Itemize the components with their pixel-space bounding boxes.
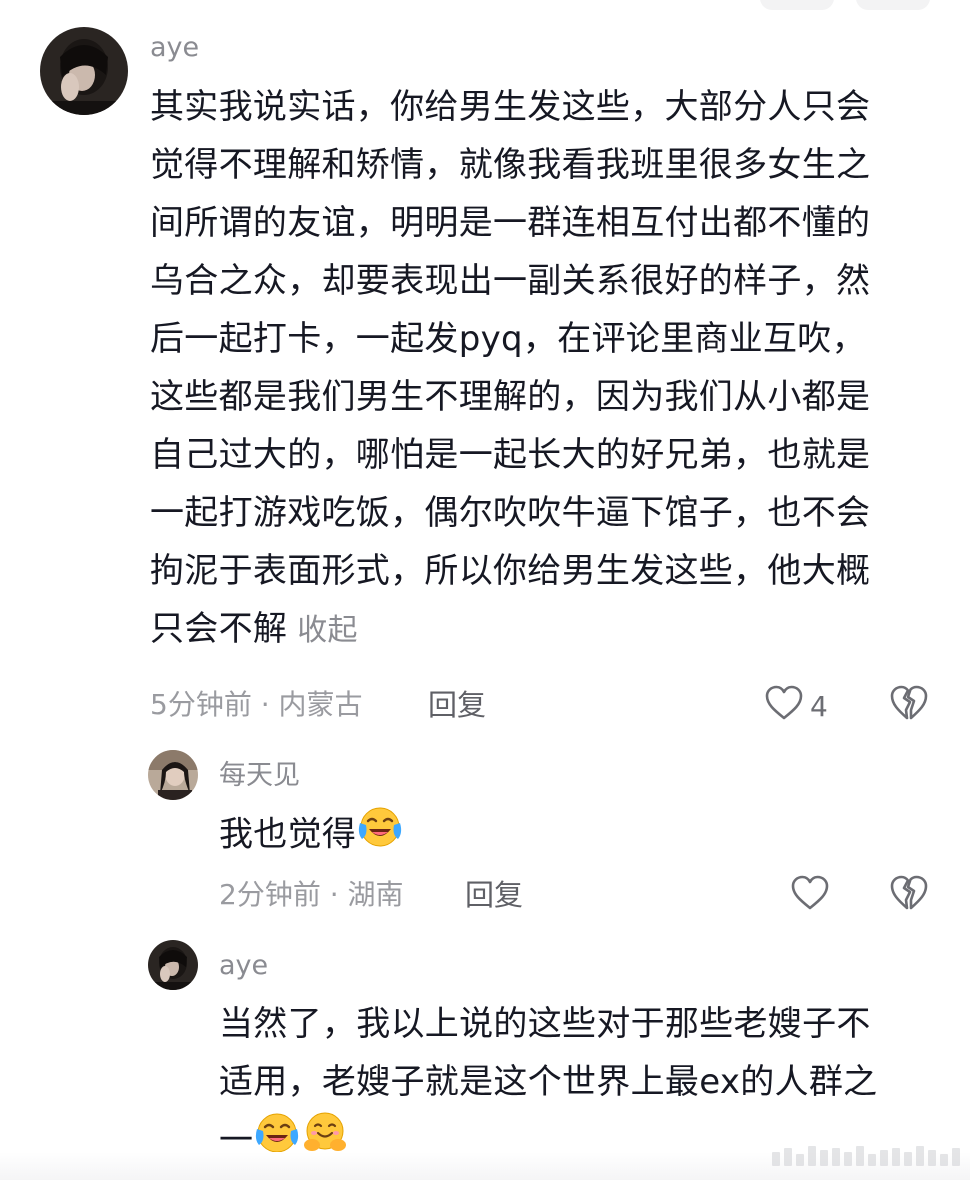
comment-text: 我也觉得 bbox=[219, 805, 404, 867]
comment-meta: 5分钟前 · 内蒙古 bbox=[150, 688, 363, 721]
comment-username[interactable]: aye bbox=[219, 950, 268, 982]
comment-username[interactable]: 每天见 bbox=[219, 760, 300, 792]
comment-username[interactable]: aye bbox=[150, 32, 199, 64]
comment-line: 后一起打卡，一起发pyq，在评论里商业互吹， bbox=[150, 319, 866, 359]
face-with-tears-of-joy-icon bbox=[356, 805, 404, 867]
comment-line-text: 我也觉得 bbox=[219, 814, 357, 855]
like-button[interactable]: 4 bbox=[764, 684, 828, 729]
avatar[interactable] bbox=[40, 27, 128, 115]
dislike-button[interactable] bbox=[889, 874, 929, 916]
comment-line: 自己过大的，哪怕是一起长大的好兄弟，也就是 bbox=[150, 435, 871, 475]
comment-text: 其实我说实话，你给男生发这些，大部分人只会 觉得不理解和矫情，就像我看我班里很多… bbox=[150, 78, 870, 660]
watermark bbox=[772, 1146, 960, 1166]
heart-outline-icon bbox=[790, 874, 830, 919]
comment-meta: 2分钟前 · 湖南 bbox=[219, 878, 404, 911]
comment-line-last: 只会不解 收起 bbox=[150, 600, 870, 660]
reply-button[interactable]: 回复 bbox=[428, 688, 486, 722]
comment-line: 我也觉得 bbox=[219, 805, 404, 867]
comment-line: 适用，老嫂子就是这个世界上最ex的人群之 bbox=[219, 1062, 878, 1102]
comment-line-text: 只会不解 bbox=[150, 609, 288, 649]
heart-outline-icon bbox=[764, 684, 804, 729]
reply-button[interactable]: 回复 bbox=[465, 878, 523, 912]
avatar[interactable] bbox=[148, 940, 198, 990]
broken-heart-icon bbox=[889, 685, 929, 726]
dislike-button[interactable] bbox=[889, 684, 929, 726]
comment-line: 一起打游戏吃饭，偶尔吹吹牛逼下馆子，也不会 bbox=[150, 493, 871, 533]
comment-line: 当然了，我以上说的这些对于那些老嫂子不 bbox=[219, 1004, 871, 1044]
previous-actions-fade bbox=[750, 0, 930, 10]
comment-line: 乌合之众，却要表现出一副关系很好的样子，然 bbox=[150, 261, 871, 301]
comment-line: 其实我说实话，你给男生发这些，大部分人只会 bbox=[150, 87, 871, 127]
avatar[interactable] bbox=[148, 750, 198, 800]
faded-button bbox=[760, 0, 834, 10]
comment-line: 觉得不理解和矫情，就像我看我班里很多女生之 bbox=[150, 145, 871, 185]
like-count: 4 bbox=[810, 690, 828, 723]
faded-button bbox=[856, 0, 930, 10]
like-button[interactable] bbox=[790, 874, 830, 919]
comment-line: 间所谓的友谊，明明是一群连相互付出都不懂的 bbox=[150, 203, 871, 243]
comment-line: 拘泥于表面形式，所以你给男生发这些，他大概 bbox=[150, 551, 871, 591]
broken-heart-icon bbox=[889, 875, 929, 916]
collapse-button[interactable]: 收起 bbox=[297, 613, 358, 648]
comment-line: 这些都是我们男生不理解的，因为我们从小都是 bbox=[150, 377, 871, 417]
